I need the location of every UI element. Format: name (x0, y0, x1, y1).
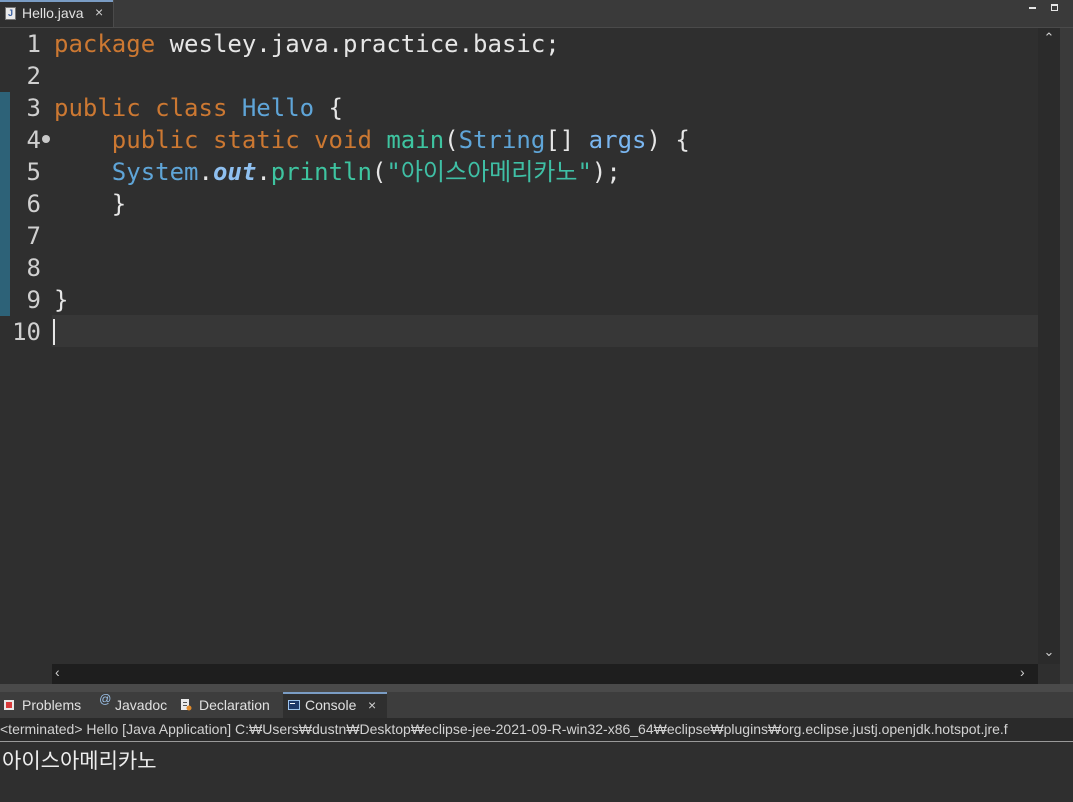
problems-icon (4, 700, 14, 710)
javadoc-icon: @ (99, 692, 112, 706)
scroll-up-icon[interactable]: ⌃ (1038, 30, 1060, 46)
paren-brace: ) { (646, 126, 690, 154)
code-line-3: public class Hello { (54, 92, 343, 124)
scroll-left-icon[interactable]: ‹ (55, 664, 69, 684)
line-number: 8 (26, 254, 41, 282)
scroll-right-icon[interactable]: › (1020, 664, 1034, 684)
method-name: main (386, 126, 445, 154)
tab-label: Declaration (199, 697, 270, 713)
java-file-icon (5, 7, 16, 20)
code-line-1: package wesley.java.practice.basic; (54, 28, 560, 60)
overview-ruler (1060, 28, 1073, 688)
scroll-down-icon[interactable]: ⌄ (1038, 644, 1060, 660)
dot: . (256, 158, 271, 186)
close-icon[interactable]: × (368, 692, 376, 718)
tab-label: Javadoc (115, 697, 168, 713)
code-line-5: System.out.println("아이스아메리카노"); (54, 156, 621, 188)
maximize-icon[interactable] (1050, 2, 1060, 12)
line-number: 7 (26, 222, 41, 250)
line-number: 1 (26, 30, 41, 58)
horizontal-scrollbar[interactable] (52, 664, 1038, 684)
editor-tab-label[interactable]: Hello.java (22, 5, 83, 21)
line-number: 5 (26, 158, 41, 186)
tab-label: Problems (22, 697, 82, 713)
panel-sash[interactable] (0, 684, 1073, 692)
code-line-9: } (54, 284, 68, 316)
close-icon[interactable]: × (95, 4, 103, 20)
fold-toggle-icon[interactable] (42, 135, 50, 143)
parameter-name: args (588, 126, 647, 154)
array-brackets: [] (545, 126, 589, 154)
type-name: String (458, 126, 546, 154)
keyword: public (111, 126, 199, 154)
code-line-6: } (54, 188, 126, 220)
dot: . (198, 158, 213, 186)
method-call: println (270, 158, 372, 186)
brace: } (111, 190, 127, 218)
class-ref: System (111, 158, 199, 186)
text-caret (53, 319, 55, 345)
vertical-scrollbar[interactable] (1038, 28, 1060, 664)
current-line-highlight (52, 315, 1038, 347)
paren-semicolon: ); (591, 158, 621, 186)
static-field: out (212, 158, 257, 186)
string-literal: "아이스아메리카노" (386, 158, 592, 186)
tab-label: Console (305, 697, 357, 713)
line-number: 2 (26, 62, 41, 90)
editor-tab-bar (0, 0, 1073, 28)
line-number: 4 (26, 126, 41, 154)
tab-declaration[interactable]: Declaration (178, 692, 282, 718)
keyword: class (155, 94, 228, 122)
class-name: Hello (241, 94, 315, 122)
brace: { (314, 94, 344, 122)
paren: ( (371, 158, 387, 186)
line-number: 10 (12, 318, 41, 346)
brace: } (54, 286, 69, 314)
tab-javadoc[interactable]: @ Javadoc (97, 692, 177, 718)
keyword: package (54, 30, 156, 58)
console-process-label: <terminated> Hello [Java Application] C:… (0, 721, 1008, 737)
line-number: 6 (26, 190, 41, 218)
keyword: public (54, 94, 141, 122)
console-icon (288, 700, 300, 710)
line-number: 9 (26, 286, 41, 314)
paren: ( (444, 126, 459, 154)
tab-problems[interactable]: Problems (0, 692, 96, 718)
line-number: 3 (26, 94, 41, 122)
minimize-icon[interactable] (1028, 2, 1038, 12)
console-output-area[interactable] (0, 742, 1073, 802)
code-line-4: public static void main(String[] args) { (54, 124, 690, 156)
tab-console[interactable]: Console × (283, 692, 387, 718)
console-output-text: 아이스아메리카노 (2, 750, 157, 773)
package-name: wesley.java.practice.basic; (155, 30, 560, 58)
keyword: void (314, 126, 372, 154)
keyword: static (212, 126, 300, 154)
declaration-icon (181, 699, 192, 711)
